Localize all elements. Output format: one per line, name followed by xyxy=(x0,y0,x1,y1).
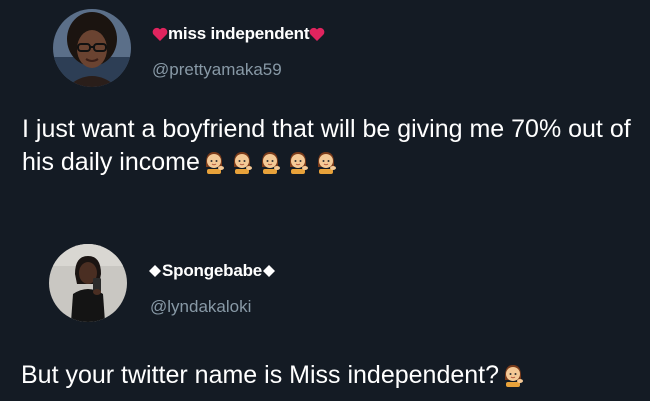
avatar-photo xyxy=(49,244,127,322)
heart-icon xyxy=(152,27,168,41)
woman-tipping-hand-emoji-icon xyxy=(233,152,252,174)
handle[interactable]: @lyndakaloki xyxy=(150,297,251,317)
tweet-miss-independent: miss independent @prettyamaka59 I just w… xyxy=(0,0,650,215)
display-name-text: Spongebabe xyxy=(162,261,263,280)
tweet-body: I just want a boyfriend that will be giv… xyxy=(22,113,632,179)
display-name[interactable]: Spongebabe xyxy=(148,261,276,281)
display-name[interactable]: miss independent xyxy=(152,24,325,44)
heart-icon xyxy=(309,27,325,41)
woman-tipping-hand-emoji-icon xyxy=(205,152,224,174)
diamond-icon xyxy=(149,265,161,277)
avatar[interactable] xyxy=(53,9,131,87)
handle[interactable]: @prettyamaka59 xyxy=(152,60,282,80)
tweet-body: But your twitter name is Miss independen… xyxy=(21,359,641,392)
diamond-icon xyxy=(263,265,276,277)
display-name-text: miss independent xyxy=(168,24,310,43)
emoji-row xyxy=(200,148,340,176)
woman-tipping-hand-emoji-icon xyxy=(261,152,280,174)
tweet-spongebabe: Spongebabe @lyndakaloki But your twitter… xyxy=(0,236,650,401)
woman-tipping-hand-emoji-icon xyxy=(289,152,308,174)
woman-tipping-hand-emoji-icon xyxy=(505,365,524,387)
woman-tipping-hand-emoji-icon xyxy=(317,152,336,174)
tweet-text: But your twitter name is Miss independen… xyxy=(21,361,500,389)
avatar-photo xyxy=(53,9,131,87)
avatar[interactable] xyxy=(49,244,127,322)
